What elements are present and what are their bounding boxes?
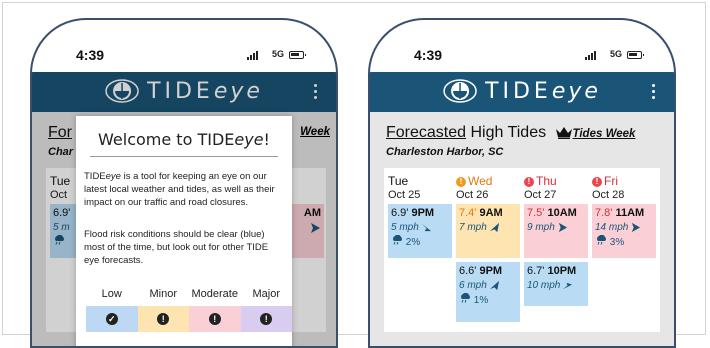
forecast-tile[interactable]: 6.9' 9PM 5 mph 2%: [388, 204, 452, 258]
alert-icon: !: [456, 177, 466, 187]
crown-icon: [555, 127, 572, 140]
rain-icon: [393, 234, 402, 245]
eye-logo-icon: [443, 79, 477, 103]
legend-major: Major !: [240, 288, 292, 332]
location-label: Charleston Harbor, SC: [386, 146, 504, 158]
wind-direction-icon: [558, 222, 567, 233]
rain-icon: [461, 292, 470, 303]
dialog-intro-text: TIDEeye is a tool for keeping an eye on …: [84, 171, 275, 208]
status-time: 4:39: [414, 47, 443, 63]
status-bar: 4:39 5G: [32, 47, 336, 67]
check-icon: ✓: [105, 313, 118, 325]
network-label: 5G: [609, 49, 622, 59]
logo-text: TIDEeye: [485, 78, 601, 104]
alert-icon: !: [208, 313, 221, 325]
legend-moderate: Moderate !: [189, 288, 241, 332]
status-bar: 4:39 5G: [370, 47, 674, 67]
forecast-tile[interactable]: 6.7' 10PM 10 mph: [524, 262, 588, 306]
wind-direction-icon: [489, 222, 499, 233]
status-time: 4:39: [76, 47, 105, 63]
day-header-wed: ! Wed Oct 26: [456, 174, 493, 201]
forecast-tile[interactable]: 7.8' 11AM 14 mph 3%: [592, 204, 656, 258]
main-content: Forecasted High Tides Tides Week Charles…: [370, 112, 674, 346]
signal-icon: [247, 51, 258, 60]
forecast-tile[interactable]: 7.4' 9AM 7 mph: [456, 204, 520, 258]
alert-icon: !: [592, 177, 602, 187]
welcome-dialog: Welcome to TIDEeye! TIDEeye is a tool fo…: [76, 116, 292, 346]
more-menu-icon[interactable]: [652, 84, 656, 102]
divider: [90, 156, 278, 157]
rain-icon: [597, 234, 606, 245]
dialog-flood-text: Flood risk conditions should be clear (b…: [84, 229, 269, 266]
legend-low: Low ✓: [86, 288, 138, 332]
battery-icon: [289, 51, 306, 59]
day-header-tue: Tue Oct 25: [388, 174, 421, 201]
network-label: 5G: [271, 49, 284, 59]
alert-icon: !: [524, 177, 534, 187]
alert-icon: !: [260, 313, 273, 325]
risk-legend: Low ✓ Minor ! Moderate ! Major !: [86, 288, 292, 332]
wind-direction-icon: [421, 223, 431, 232]
phone-right: 4:39 5G TIDEeye Forecasted High Tides Ti…: [368, 18, 676, 348]
signal-icon: [585, 51, 596, 60]
forecast-card: Tue Oct 25 ! Wed Oct 26 ! Thu Oct 27 ! Fri …: [384, 168, 660, 332]
app-logo[interactable]: TIDEeye: [443, 78, 601, 104]
day-header-fri: ! Fri Oct 28: [592, 174, 625, 201]
page-heading: Forecasted High Tides Tides Week: [386, 124, 636, 141]
wind-direction-icon: [563, 282, 573, 290]
forecast-tile[interactable]: 7.5' 10AM 9 mph: [524, 204, 588, 258]
wind-direction-icon: [632, 222, 641, 233]
alert-icon: !: [157, 313, 170, 325]
wind-direction-icon: [489, 280, 499, 291]
battery-icon: [627, 51, 644, 59]
forecast-tile[interactable]: 6.6' 9PM 6 mph 1%: [456, 262, 520, 322]
day-header-thu: ! Thu Oct 27: [524, 174, 557, 201]
legend-minor: Minor !: [137, 288, 189, 332]
tides-week-link[interactable]: Tides Week: [573, 128, 636, 140]
dialog-title: Welcome to TIDEeye!: [98, 130, 270, 149]
phone-left: 4:39 5G TIDEeye For Week Char Tue Oct 6.…: [30, 18, 338, 348]
app-bar: TIDEeye: [370, 72, 674, 112]
